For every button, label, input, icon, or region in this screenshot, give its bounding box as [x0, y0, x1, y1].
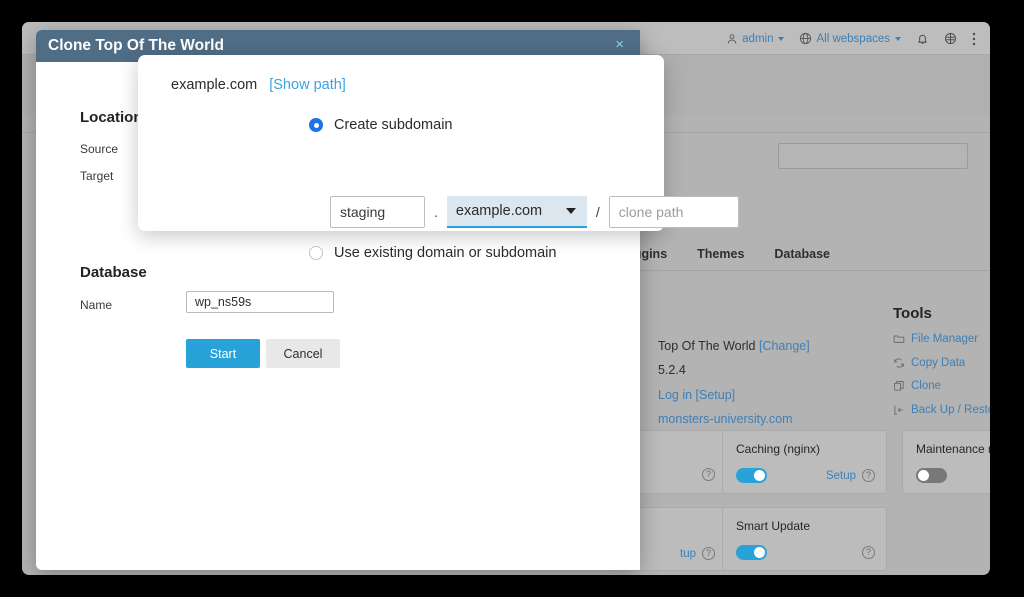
- tool-label: Copy Data: [911, 357, 965, 369]
- card-controls: Set: [916, 468, 990, 483]
- backup-icon: [893, 404, 905, 416]
- search-input[interactable]: [778, 143, 968, 169]
- card-actions: Setup ?: [826, 469, 875, 482]
- webspaces-menu[interactable]: All webspaces: [799, 32, 901, 45]
- toggle-switch[interactable]: [916, 468, 947, 483]
- radio-label: Create subdomain: [334, 117, 453, 133]
- site-login-row: Log in [Setup]: [658, 383, 810, 407]
- card-action-link[interactable]: tup: [680, 548, 696, 560]
- tool-label: File Manager: [911, 333, 978, 345]
- cancel-button[interactable]: Cancel: [266, 339, 340, 368]
- card-actions: ?: [702, 468, 715, 481]
- tool-label: Back Up / Restore: [911, 404, 990, 416]
- site-change-link[interactable]: [Change]: [759, 339, 810, 353]
- radio-create-subdomain[interactable]: Create subdomain: [309, 117, 453, 133]
- radio-unselected-icon[interactable]: [309, 246, 323, 260]
- subdomain-popup: example.com [Show path] Create subdomain…: [138, 55, 664, 231]
- chevron-down-icon: [895, 37, 901, 41]
- card-title: Caching (nginx): [736, 442, 820, 456]
- content-tabs: Plugins Themes Database: [622, 247, 830, 261]
- webspaces-menu-label: All webspaces: [816, 33, 890, 45]
- dialog-title: Clone Top Of The World: [48, 37, 224, 55]
- tool-backup-restore[interactable]: Back Up / Restore: [893, 404, 990, 416]
- copy-squares-icon: [893, 380, 905, 392]
- user-menu-label: admin: [742, 33, 773, 45]
- card-title: Maintenance mode: [916, 442, 990, 456]
- help-circle-icon[interactable]: [944, 32, 957, 45]
- database-section-title: Database: [80, 264, 147, 281]
- site-login-link[interactable]: Log in: [658, 388, 692, 402]
- help-circle-icon[interactable]: ?: [702, 468, 715, 481]
- person-icon: [726, 33, 738, 45]
- site-domain-link[interactable]: monsters-university.com: [658, 412, 793, 426]
- help-circle-icon[interactable]: ?: [862, 469, 875, 482]
- start-button[interactable]: Start: [186, 339, 260, 368]
- tabs-underline: [622, 270, 990, 271]
- sync-arrows-icon: [893, 357, 905, 369]
- domain-select-value: example.com: [456, 203, 542, 219]
- database-name-label: Name: [80, 298, 112, 312]
- subdomain-input[interactable]: [330, 196, 425, 228]
- option-card: Smart Update ?: [722, 507, 887, 571]
- option-card: Maintenance mode Set: [902, 430, 990, 494]
- popup-domain-label: example.com: [171, 77, 257, 93]
- card-title: Smart Update: [736, 519, 810, 533]
- card-controls: ?: [736, 545, 875, 560]
- tool-clone[interactable]: Clone: [893, 380, 990, 392]
- tool-file-manager[interactable]: File Manager: [893, 333, 990, 345]
- database-name-input[interactable]: [186, 291, 334, 313]
- site-info-block: Top Of The World [Change] 5.2.4 Log in […: [658, 334, 810, 432]
- tool-label: Clone: [911, 380, 941, 392]
- help-circle-icon[interactable]: ?: [702, 547, 715, 560]
- bell-icon[interactable]: [916, 32, 929, 45]
- help-circle-icon[interactable]: ?: [862, 546, 875, 559]
- screenshot-root: admin All webspaces: [0, 0, 1024, 597]
- site-setup-link[interactable]: [Setup]: [696, 388, 736, 402]
- card-actions: ?: [862, 546, 875, 559]
- path-separator: /: [596, 204, 600, 220]
- folder-icon: [893, 333, 905, 345]
- chevron-down-icon: [778, 37, 784, 41]
- kebab-menu-icon[interactable]: [972, 32, 976, 46]
- domain-select[interactable]: example.com: [447, 196, 587, 228]
- popup-domain-row: example.com [Show path]: [171, 77, 346, 93]
- site-title-row: Top Of The World [Change]: [658, 334, 810, 358]
- radio-use-existing-domain[interactable]: Use existing domain or subdomain: [309, 245, 556, 261]
- tools-panel: Tools File Manager Copy Data: [893, 305, 990, 427]
- target-label: Target: [80, 169, 113, 183]
- subdomain-fields-row: . example.com /: [330, 196, 739, 228]
- tools-title: Tools: [893, 305, 990, 322]
- source-label: Source: [80, 142, 118, 156]
- card-controls: Setup ?: [736, 468, 875, 483]
- radio-selected-icon[interactable]: [309, 118, 323, 132]
- clone-path-input[interactable]: [609, 196, 739, 228]
- card-actions: tup ?: [680, 547, 715, 560]
- card-action-link[interactable]: Setup: [826, 470, 856, 482]
- toggle-switch[interactable]: [736, 545, 767, 560]
- radio-label: Use existing domain or subdomain: [334, 245, 556, 261]
- toggle-switch[interactable]: [736, 468, 767, 483]
- option-card: Caching (nginx) Setup ?: [722, 430, 887, 494]
- tool-copy-data[interactable]: Copy Data: [893, 357, 990, 369]
- show-path-link[interactable]: [Show path]: [269, 77, 346, 93]
- app-header-actions: admin All webspaces: [726, 22, 976, 55]
- site-title: Top Of The World: [658, 339, 756, 353]
- close-icon[interactable]: ×: [615, 37, 624, 53]
- tab-themes[interactable]: Themes: [697, 247, 744, 261]
- site-version: 5.2.4: [658, 358, 810, 382]
- chevron-down-icon: [566, 208, 576, 214]
- domain-separator: .: [434, 204, 438, 220]
- location-section-title: Location: [80, 109, 143, 126]
- globe-icon: [799, 32, 812, 45]
- tab-database[interactable]: Database: [774, 247, 830, 261]
- user-menu[interactable]: admin: [726, 33, 784, 45]
